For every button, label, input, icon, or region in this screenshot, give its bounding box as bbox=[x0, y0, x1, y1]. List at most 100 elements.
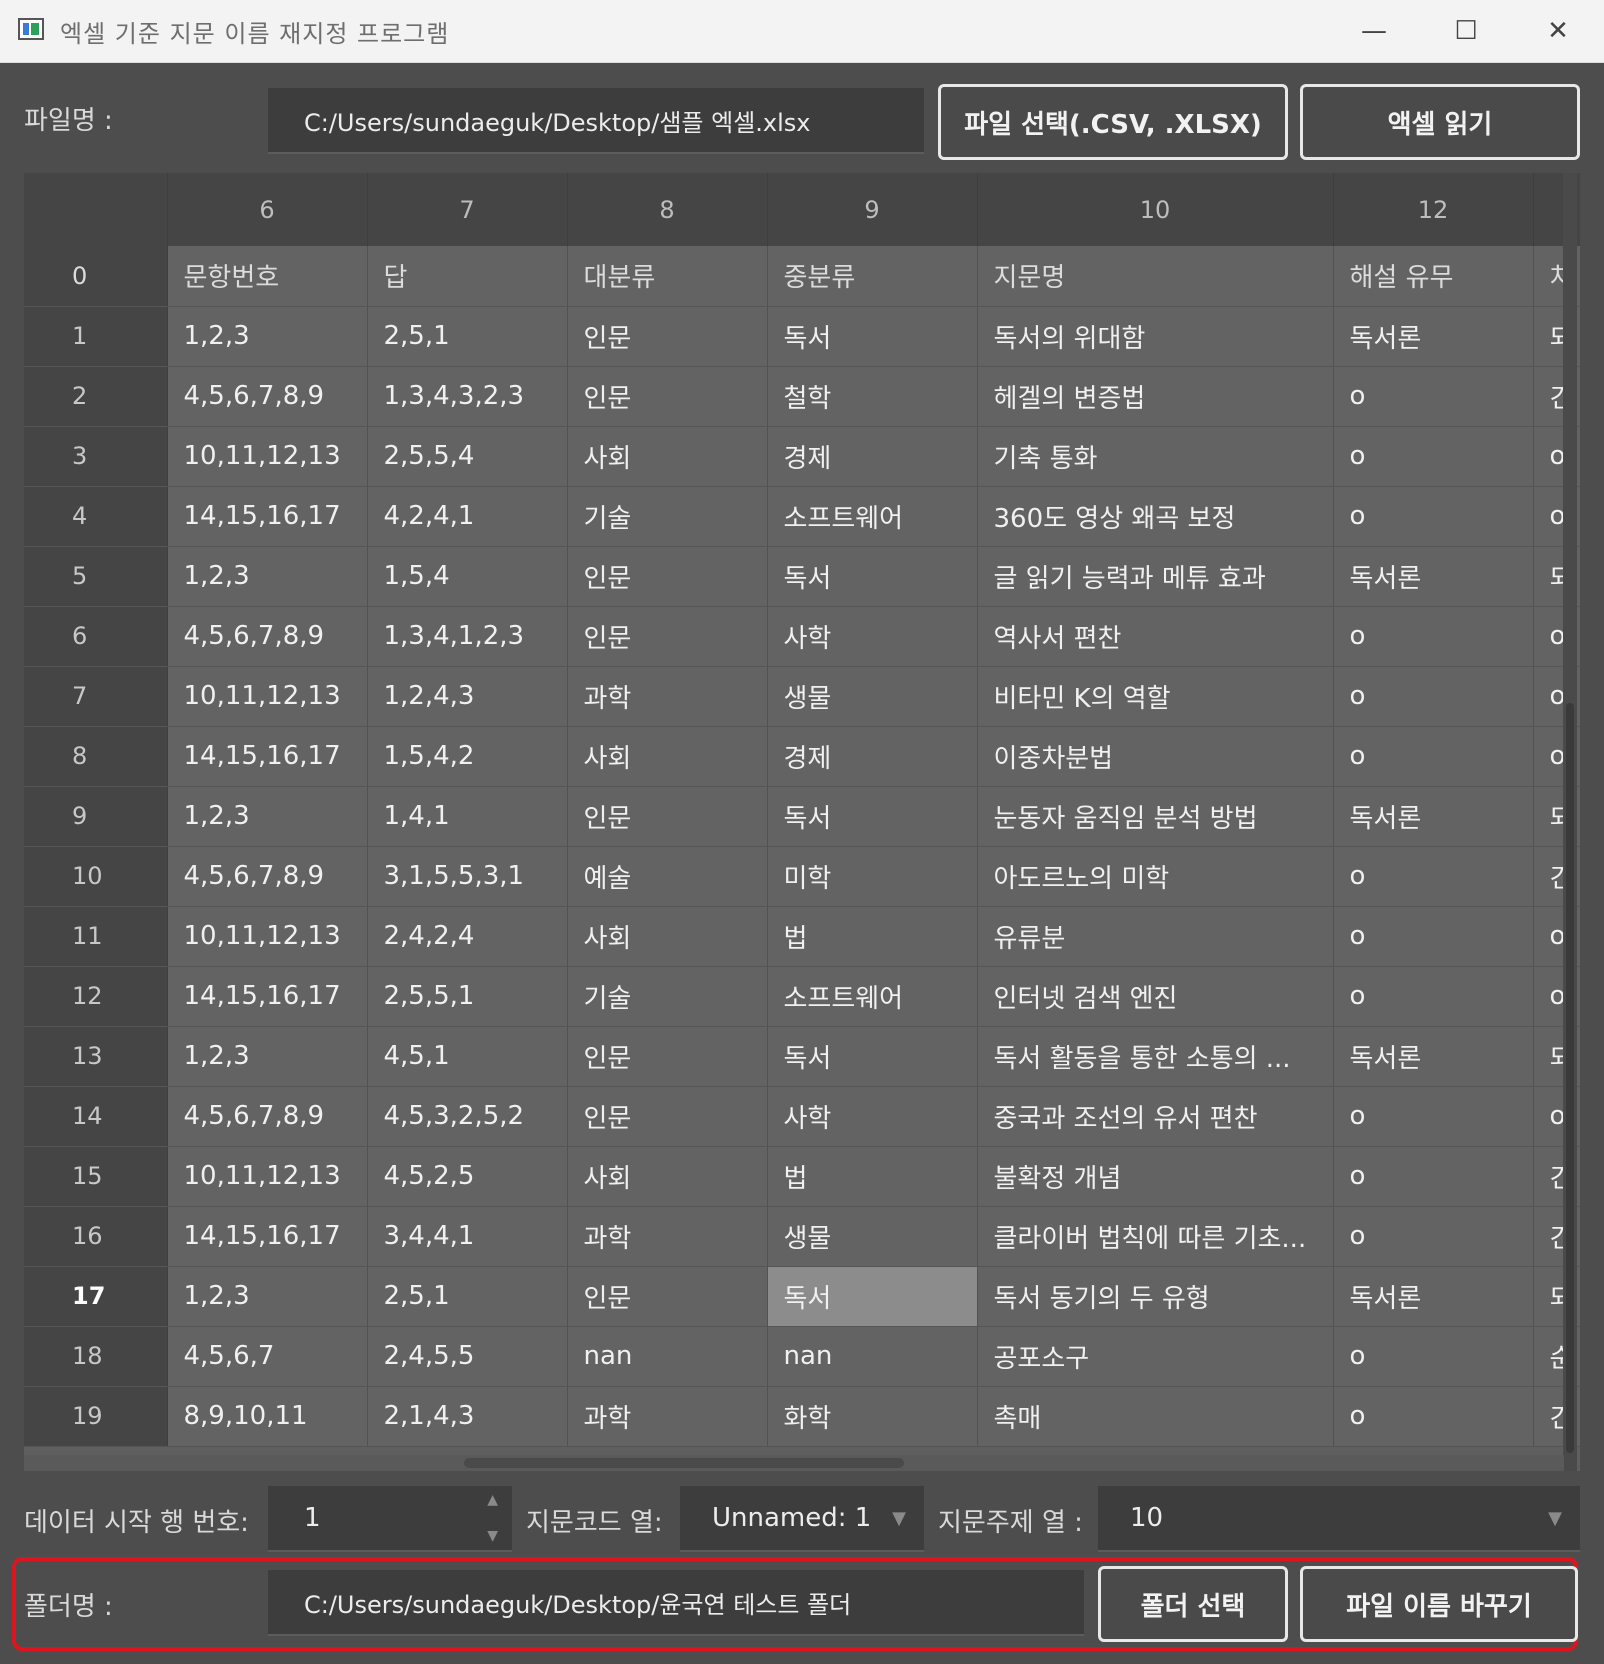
table-cell[interactable]: 8,9,10,11 bbox=[167, 1386, 368, 1447]
table-cell[interactable]: 문항번호 bbox=[167, 246, 368, 307]
row-header[interactable]: 12 bbox=[24, 966, 168, 1027]
table-cell[interactable]: 1,5,4 bbox=[367, 546, 568, 607]
table-cell[interactable]: 철학 bbox=[767, 366, 978, 427]
table-cell[interactable]: o bbox=[1333, 1206, 1534, 1267]
table-cell[interactable]: 인문 bbox=[567, 546, 768, 607]
table-row[interactable]: 8 14,15,16,17 1,5,4,2 사회 경제 이중차분법 o o bbox=[24, 726, 1580, 787]
table-cell[interactable]: 독서론 bbox=[1333, 786, 1534, 847]
table-cell[interactable]: nan bbox=[567, 1326, 768, 1387]
row-header[interactable]: 1 bbox=[24, 306, 168, 367]
table-cell[interactable]: 인문 bbox=[567, 366, 768, 427]
table-cell[interactable]: 기술 bbox=[567, 966, 768, 1027]
table-cell[interactable]: 법 bbox=[767, 1146, 978, 1207]
table-cell[interactable]: 독서 동기의 두 유형 bbox=[977, 1266, 1334, 1327]
minimize-button[interactable]: — bbox=[1328, 0, 1420, 62]
horizontal-scrollbar[interactable] bbox=[24, 1455, 1564, 1471]
topic-column-dropdown[interactable]: 10 ▼ bbox=[1098, 1486, 1580, 1552]
table-cell[interactable]: 독서 활동을 통한 소통의 ... bbox=[977, 1026, 1334, 1087]
row-header[interactable]: 2 bbox=[24, 366, 168, 427]
row-header[interactable]: 3 bbox=[24, 426, 168, 487]
table-cell[interactable]: 4,5,1 bbox=[367, 1026, 568, 1087]
table-cell[interactable]: 4,5,3,2,5,2 bbox=[367, 1086, 568, 1147]
table-cell[interactable]: 독서론 bbox=[1333, 306, 1534, 367]
table-cell[interactable]: 인문 bbox=[567, 606, 768, 667]
table-cell[interactable]: 1,2,3 bbox=[167, 786, 368, 847]
file-path-field[interactable]: C:/Users/sundaeguk/Desktop/샘플 엑셀.xlsx bbox=[268, 88, 924, 154]
rename-files-button[interactable]: 파일 이름 바꾸기 bbox=[1300, 1566, 1578, 1642]
table-cell[interactable]: 지문명 bbox=[977, 246, 1334, 307]
table-cell[interactable]: 2,5,5,4 bbox=[367, 426, 568, 487]
table-cell[interactable]: 독서론 bbox=[1333, 1026, 1534, 1087]
table-cell[interactable]: 독서 bbox=[767, 1266, 978, 1327]
table-cell[interactable]: 클라이버 법칙에 따른 기초... bbox=[977, 1206, 1334, 1267]
table-cell[interactable]: 예술 bbox=[567, 846, 768, 907]
table-cell[interactable]: 과학 bbox=[567, 1206, 768, 1267]
table-cell[interactable]: 사회 bbox=[567, 906, 768, 967]
table-cell[interactable]: 과학 bbox=[567, 666, 768, 727]
table-cell[interactable]: 인문 bbox=[567, 1086, 768, 1147]
table-row[interactable]: 13 1,2,3 4,5,1 인문 독서 독서 활동을 통한 소통의 ... 독서론 되 bbox=[24, 1026, 1580, 1087]
table-cell[interactable]: 14,15,16,17 bbox=[167, 726, 368, 787]
spin-up-icon[interactable]: ▲ bbox=[487, 1492, 498, 1508]
row-header[interactable]: 9 bbox=[24, 786, 168, 847]
file-select-button[interactable]: 파일 선택(.CSV, .XLSX) bbox=[938, 84, 1288, 160]
table-cell[interactable]: 2,4,5,5 bbox=[367, 1326, 568, 1387]
vertical-scrollbar[interactable] bbox=[1563, 173, 1577, 1471]
table-row[interactable]: 15 10,11,12,13 4,5,2,5 사회 법 불확정 개념 o 긴 bbox=[24, 1146, 1580, 1207]
table-row[interactable]: 12 14,15,16,17 2,5,5,1 기술 소프트웨어 인터넷 검색 엔진 o o bbox=[24, 966, 1580, 1027]
row-header[interactable]: 10 bbox=[24, 846, 168, 907]
table-cell[interactable]: 2,1,4,3 bbox=[367, 1386, 568, 1447]
table-cell[interactable]: 중국과 조선의 유서 편찬 bbox=[977, 1086, 1334, 1147]
table-cell[interactable]: o bbox=[1333, 966, 1534, 1027]
folder-path-field[interactable]: C:/Users/sundaeguk/Desktop/윤국연 테스트 폴더 bbox=[268, 1570, 1084, 1636]
table-row[interactable]: 7 10,11,12,13 1,2,4,3 과학 생물 비타민 K의 역할 o o bbox=[24, 666, 1580, 727]
column-header[interactable]: 10 bbox=[977, 173, 1334, 246]
table-cell[interactable]: 과학 bbox=[567, 1386, 768, 1447]
row-header[interactable]: 15 bbox=[24, 1146, 168, 1207]
table-cell[interactable]: 사회 bbox=[567, 726, 768, 787]
table-cell[interactable]: 독서론 bbox=[1333, 546, 1534, 607]
table-cell[interactable]: 3,4,4,1 bbox=[367, 1206, 568, 1267]
table-cell[interactable]: o bbox=[1333, 1326, 1534, 1387]
table-cell[interactable]: 2,4,2,4 bbox=[367, 906, 568, 967]
table-cell[interactable]: o bbox=[1333, 726, 1534, 787]
table-cell[interactable]: 1,2,3 bbox=[167, 1026, 368, 1087]
start-row-spinbox[interactable]: 1 ▲ ▼ bbox=[268, 1486, 512, 1552]
table-cell[interactable]: 1,3,4,1,2,3 bbox=[367, 606, 568, 667]
row-header[interactable]: 7 bbox=[24, 666, 168, 727]
table-row[interactable]: 4 14,15,16,17 4,2,4,1 기술 소프트웨어 360도 영상 왜곡 보정 o… bbox=[24, 486, 1580, 547]
table-cell[interactable]: o bbox=[1333, 906, 1534, 967]
table-cell[interactable]: 2,5,1 bbox=[367, 306, 568, 367]
table-cell[interactable]: 1,2,3 bbox=[167, 1266, 368, 1327]
table-cell[interactable]: 3,1,5,5,3,1 bbox=[367, 846, 568, 907]
table-cell[interactable]: 사학 bbox=[767, 1086, 978, 1147]
table-cell[interactable]: 공포소구 bbox=[977, 1326, 1334, 1387]
table-cell[interactable]: 14,15,16,17 bbox=[167, 1206, 368, 1267]
code-column-dropdown[interactable]: Unnamed: 1 ▼ bbox=[680, 1486, 924, 1552]
row-header[interactable]: 11 bbox=[24, 906, 168, 967]
table-cell[interactable]: 촉매 bbox=[977, 1386, 1334, 1447]
table-cell[interactable]: 소프트웨어 bbox=[767, 966, 978, 1027]
table-cell[interactable]: 4,5,6,7,8,9 bbox=[167, 1086, 368, 1147]
table-cell[interactable]: 사회 bbox=[567, 426, 768, 487]
table-cell[interactable]: o bbox=[1333, 426, 1534, 487]
table-row[interactable]: 17 1,2,3 2,5,1 인문 독서 독서 동기의 두 유형 독서론 되 bbox=[24, 1266, 1580, 1327]
table-cell[interactable]: 인문 bbox=[567, 1026, 768, 1087]
table-cell[interactable]: 대분류 bbox=[567, 246, 768, 307]
table-cell[interactable]: o bbox=[1333, 366, 1534, 427]
table-cell[interactable]: 소프트웨어 bbox=[767, 486, 978, 547]
table-cell[interactable]: 4,5,6,7,8,9 bbox=[167, 366, 368, 427]
table-cell[interactable]: 1,3,4,3,2,3 bbox=[367, 366, 568, 427]
table-cell[interactable]: o bbox=[1333, 846, 1534, 907]
table-cell[interactable]: 사학 bbox=[767, 606, 978, 667]
row-header[interactable]: 6 bbox=[24, 606, 168, 667]
row-header[interactable]: 5 bbox=[24, 546, 168, 607]
table-cell[interactable]: 10,11,12,13 bbox=[167, 906, 368, 967]
data-table[interactable]: 6 7 8 9 10 12 0 문항번호 답 대분류 중분류 지문명 해설 유무 처 1 1,2,3 2,5,… bbox=[24, 173, 1580, 1471]
table-cell[interactable]: 1,4,1 bbox=[367, 786, 568, 847]
row-header[interactable]: 8 bbox=[24, 726, 168, 787]
row-header[interactable]: 17 bbox=[24, 1266, 168, 1327]
table-cell[interactable]: 1,2,4,3 bbox=[367, 666, 568, 727]
table-row[interactable]: 9 1,2,3 1,4,1 인문 독서 눈동자 움직임 분석 방법 독서론 되 bbox=[24, 786, 1580, 847]
table-cell[interactable]: 중분류 bbox=[767, 246, 978, 307]
